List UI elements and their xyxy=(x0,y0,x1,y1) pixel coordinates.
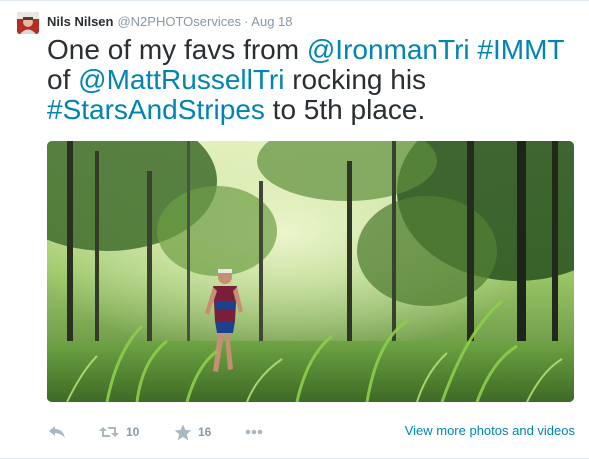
reply-icon xyxy=(47,424,67,440)
mention-link[interactable]: @MattRussellTri xyxy=(78,64,284,95)
tweet-text-segment: One of my favs from xyxy=(47,34,307,65)
hashtag-link[interactable]: #StarsAndStripes xyxy=(47,94,265,125)
author-handle[interactable]: @N2PHOTOservices xyxy=(117,14,240,29)
retweet-count: 10 xyxy=(126,425,140,439)
header-separator: · xyxy=(243,14,249,29)
author-name[interactable]: Nils Nilsen xyxy=(47,14,113,29)
favorite-button[interactable]: 16 xyxy=(174,420,211,444)
tweet-photo[interactable] xyxy=(47,141,574,402)
retweet-button[interactable]: 10 xyxy=(98,420,139,444)
tweet-timestamp[interactable]: Aug 18 xyxy=(251,14,292,29)
tweet-text-segment: to 5th place. xyxy=(264,94,426,125)
star-icon xyxy=(174,424,192,441)
more-dots-icon xyxy=(245,429,263,435)
top-divider xyxy=(0,0,589,1)
author-avatar[interactable] xyxy=(17,12,39,34)
tweet-text: One of my favs from @IronmanTri #IMMT of… xyxy=(47,35,582,125)
reply-button[interactable] xyxy=(47,420,67,444)
favorite-count: 16 xyxy=(198,425,212,439)
more-button[interactable] xyxy=(245,420,263,444)
retweet-icon xyxy=(98,424,120,440)
hashtag-link[interactable]: #IMMT xyxy=(477,34,564,65)
view-more-photos-link[interactable]: View more photos and videos xyxy=(405,423,575,438)
tweet-text-segment: of xyxy=(47,64,79,95)
tweet-text-segment: rocking his xyxy=(284,64,427,95)
tweet-header: Nils Nilsen @N2PHOTOservices · Aug 18 xyxy=(47,14,293,30)
mention-link[interactable]: @IronmanTri xyxy=(307,34,470,65)
